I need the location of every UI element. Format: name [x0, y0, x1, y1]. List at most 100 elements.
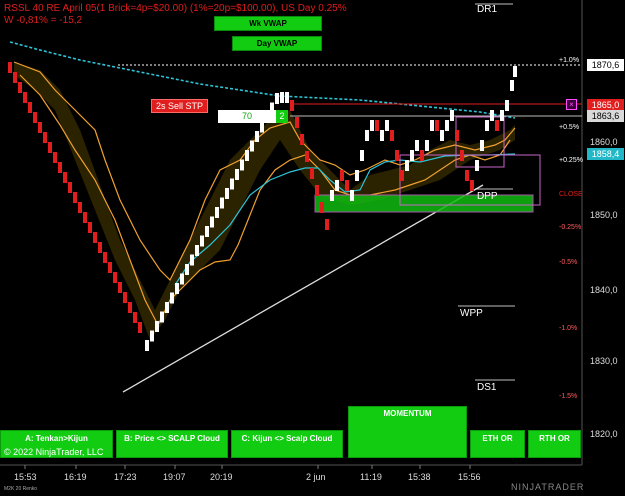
renko-brick	[68, 182, 72, 193]
rth-or-button[interactable]: RTH OR	[528, 430, 581, 458]
renko-brick	[340, 170, 344, 181]
renko-chart[interactable]	[0, 0, 625, 496]
percent-axis-label: -1.0%	[559, 325, 578, 332]
close-order-icon[interactable]: ×	[566, 99, 577, 110]
renko-brick	[500, 110, 504, 121]
renko-brick	[245, 150, 249, 161]
renko-brick	[275, 93, 279, 104]
renko-brick	[405, 160, 409, 171]
price-tag: 1870,6	[587, 59, 624, 71]
percent-axis-label: -0.25%	[559, 224, 582, 231]
renko-brick	[495, 120, 499, 131]
renko-brick	[305, 151, 309, 162]
percent-axis-label: +0.25%	[559, 157, 583, 164]
dr1-label: DR1	[477, 4, 498, 15]
price-scalp-cloud-button[interactable]: B: Price <> SCALP Cloud	[116, 430, 228, 458]
demand-zone	[314, 194, 534, 213]
renko-brick	[210, 216, 214, 228]
renko-brick	[225, 188, 229, 199]
renko-brick	[435, 120, 439, 131]
copyright-text: © 2022 NinjaTrader, LLC	[4, 447, 104, 457]
renko-brick	[505, 100, 509, 111]
momentum-button[interactable]: MOMENTUM	[348, 406, 467, 458]
renko-brick	[400, 170, 404, 181]
dpp-label: DPP	[477, 191, 498, 202]
renko-brick	[470, 180, 474, 191]
renko-brick	[220, 197, 224, 209]
order-count[interactable]: 2	[276, 110, 288, 123]
wk-vwap-button[interactable]: Wk VWAP	[214, 16, 322, 31]
eth-or-button[interactable]: ETH OR	[470, 430, 525, 458]
renko-brick	[285, 92, 289, 103]
time-axis-label: 16:19	[64, 472, 87, 482]
renko-brick	[230, 178, 234, 190]
renko-brick	[93, 232, 97, 243]
time-axis-label: 2 jun	[306, 472, 326, 482]
renko-brick	[510, 80, 514, 91]
renko-brick	[300, 134, 304, 145]
renko-brick	[160, 311, 164, 323]
price-tag: 1863,6	[587, 110, 624, 122]
renko-brick	[475, 160, 479, 171]
renko-brick	[350, 190, 354, 201]
percent-axis-label: +1.0%	[559, 57, 580, 64]
renko-brick	[370, 120, 374, 131]
renko-brick	[460, 150, 464, 161]
renko-brick	[513, 66, 517, 77]
time-axis-label: 17:23	[114, 472, 137, 482]
renko-brick	[415, 140, 419, 151]
renko-brick	[385, 120, 389, 131]
renko-brick	[170, 292, 174, 304]
renko-brick	[195, 245, 199, 256]
percent-axis-label: -0.5%	[559, 259, 578, 266]
renko-brick	[310, 168, 314, 179]
chart-title: RSSL 40 RE April 05(1 Brick=4p=$20.00) (…	[4, 3, 347, 14]
ds1-label: DS1	[477, 382, 497, 393]
renko-brick	[108, 262, 112, 273]
time-axis-label: 20:19	[210, 472, 233, 482]
renko-brick	[360, 150, 364, 161]
renko-brick	[150, 330, 154, 342]
weekly-change: W -0,81% = -15,2	[4, 15, 83, 26]
price-axis-label: 1860,0	[590, 137, 618, 147]
renko-brick	[118, 282, 122, 293]
renko-brick	[335, 180, 339, 191]
price-axis-label: 1850,0	[590, 210, 618, 220]
renko-brick	[180, 273, 184, 285]
chart-instrument-label: M2K 20 Renko	[4, 486, 38, 492]
renko-brick	[255, 131, 259, 142]
renko-brick	[8, 62, 12, 73]
price-axis-label: 1820,0	[590, 429, 618, 439]
price-axis-label: 1830,0	[590, 356, 618, 366]
renko-brick	[330, 190, 334, 201]
renko-brick	[235, 169, 239, 180]
time-axis-label: 19:07	[163, 472, 186, 482]
renko-brick	[133, 312, 137, 323]
renko-brick	[13, 72, 17, 83]
renko-brick	[365, 130, 369, 141]
renko-brick	[18, 82, 22, 93]
renko-brick	[175, 283, 179, 294]
renko-brick	[63, 172, 67, 183]
renko-brick	[190, 254, 194, 266]
renko-brick	[390, 130, 394, 141]
kijun-scalp-cloud-button[interactable]: C: Kijun <> Scalp Cloud	[231, 430, 343, 458]
renko-brick	[88, 222, 92, 233]
wk-vwap-line	[9, 41, 516, 119]
renko-brick	[325, 219, 329, 230]
renko-brick	[205, 226, 209, 237]
renko-brick	[355, 170, 359, 181]
renko-brick	[250, 140, 254, 152]
renko-brick	[98, 242, 102, 253]
renko-brick	[113, 272, 117, 283]
sell-stop-order-label[interactable]: 2s Sell STP	[151, 99, 209, 113]
renko-brick	[128, 302, 132, 313]
renko-brick	[380, 130, 384, 141]
renko-brick	[33, 112, 37, 123]
renko-brick	[450, 110, 454, 121]
percent-axis-label: -1.5%	[559, 393, 578, 400]
renko-brick	[38, 122, 42, 133]
day-vwap-button[interactable]: Day VWAP	[232, 36, 322, 51]
renko-brick	[430, 120, 434, 131]
order-quantity[interactable]: 70	[218, 110, 276, 123]
